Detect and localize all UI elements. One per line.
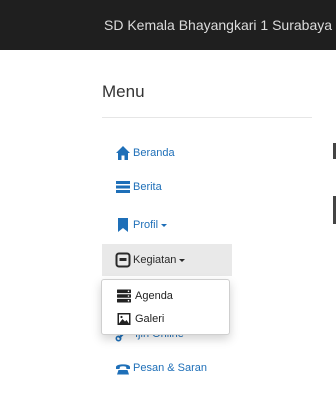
phone-icon — [116, 364, 130, 375]
sidebar-item-beranda[interactable]: Beranda — [102, 137, 175, 169]
caret-down-icon — [179, 258, 186, 262]
sidebar-item-label: Berita — [133, 181, 162, 193]
bookmark-icon — [118, 218, 128, 232]
list-icon — [116, 181, 130, 193]
image-icon — [117, 313, 131, 325]
navbar-brand[interactable]: SD Kemala Bhayangkari 1 Surabaya — [104, 0, 332, 50]
sidebar-item-profil[interactable]: Profil — [102, 209, 168, 241]
menu-divider — [102, 117, 312, 118]
kegiatan-dropdown-menu: Agenda Galeri — [101, 279, 230, 335]
menu-heading: Menu — [102, 82, 145, 101]
dropdown-item-label: Agenda — [135, 290, 173, 302]
dropdown-item-galeri[interactable]: Galeri — [102, 308, 229, 330]
caret-down-icon — [161, 223, 168, 227]
home-icon — [116, 146, 130, 160]
sidebar-item-pesan-saran[interactable]: Pesan & Saran — [102, 352, 207, 384]
sidebar-item-label: Beranda — [133, 147, 175, 159]
sidebar-item-kegiatan[interactable]: Kegiatan — [102, 244, 232, 276]
box-icon — [115, 252, 131, 268]
server-icon — [117, 289, 131, 303]
sidebar-item-label: Pesan & Saran — [133, 362, 207, 374]
sidebar-item-label: Kegiatan — [133, 254, 177, 266]
sidebar-item-label: Profil — [133, 219, 159, 231]
dropdown-item-label: Galeri — [135, 313, 165, 325]
sidebar-item-berita[interactable]: Berita — [102, 171, 162, 203]
top-navbar: SD Kemala Bhayangkari 1 Surabaya — [0, 0, 336, 50]
dropdown-item-agenda[interactable]: Agenda — [102, 285, 229, 307]
